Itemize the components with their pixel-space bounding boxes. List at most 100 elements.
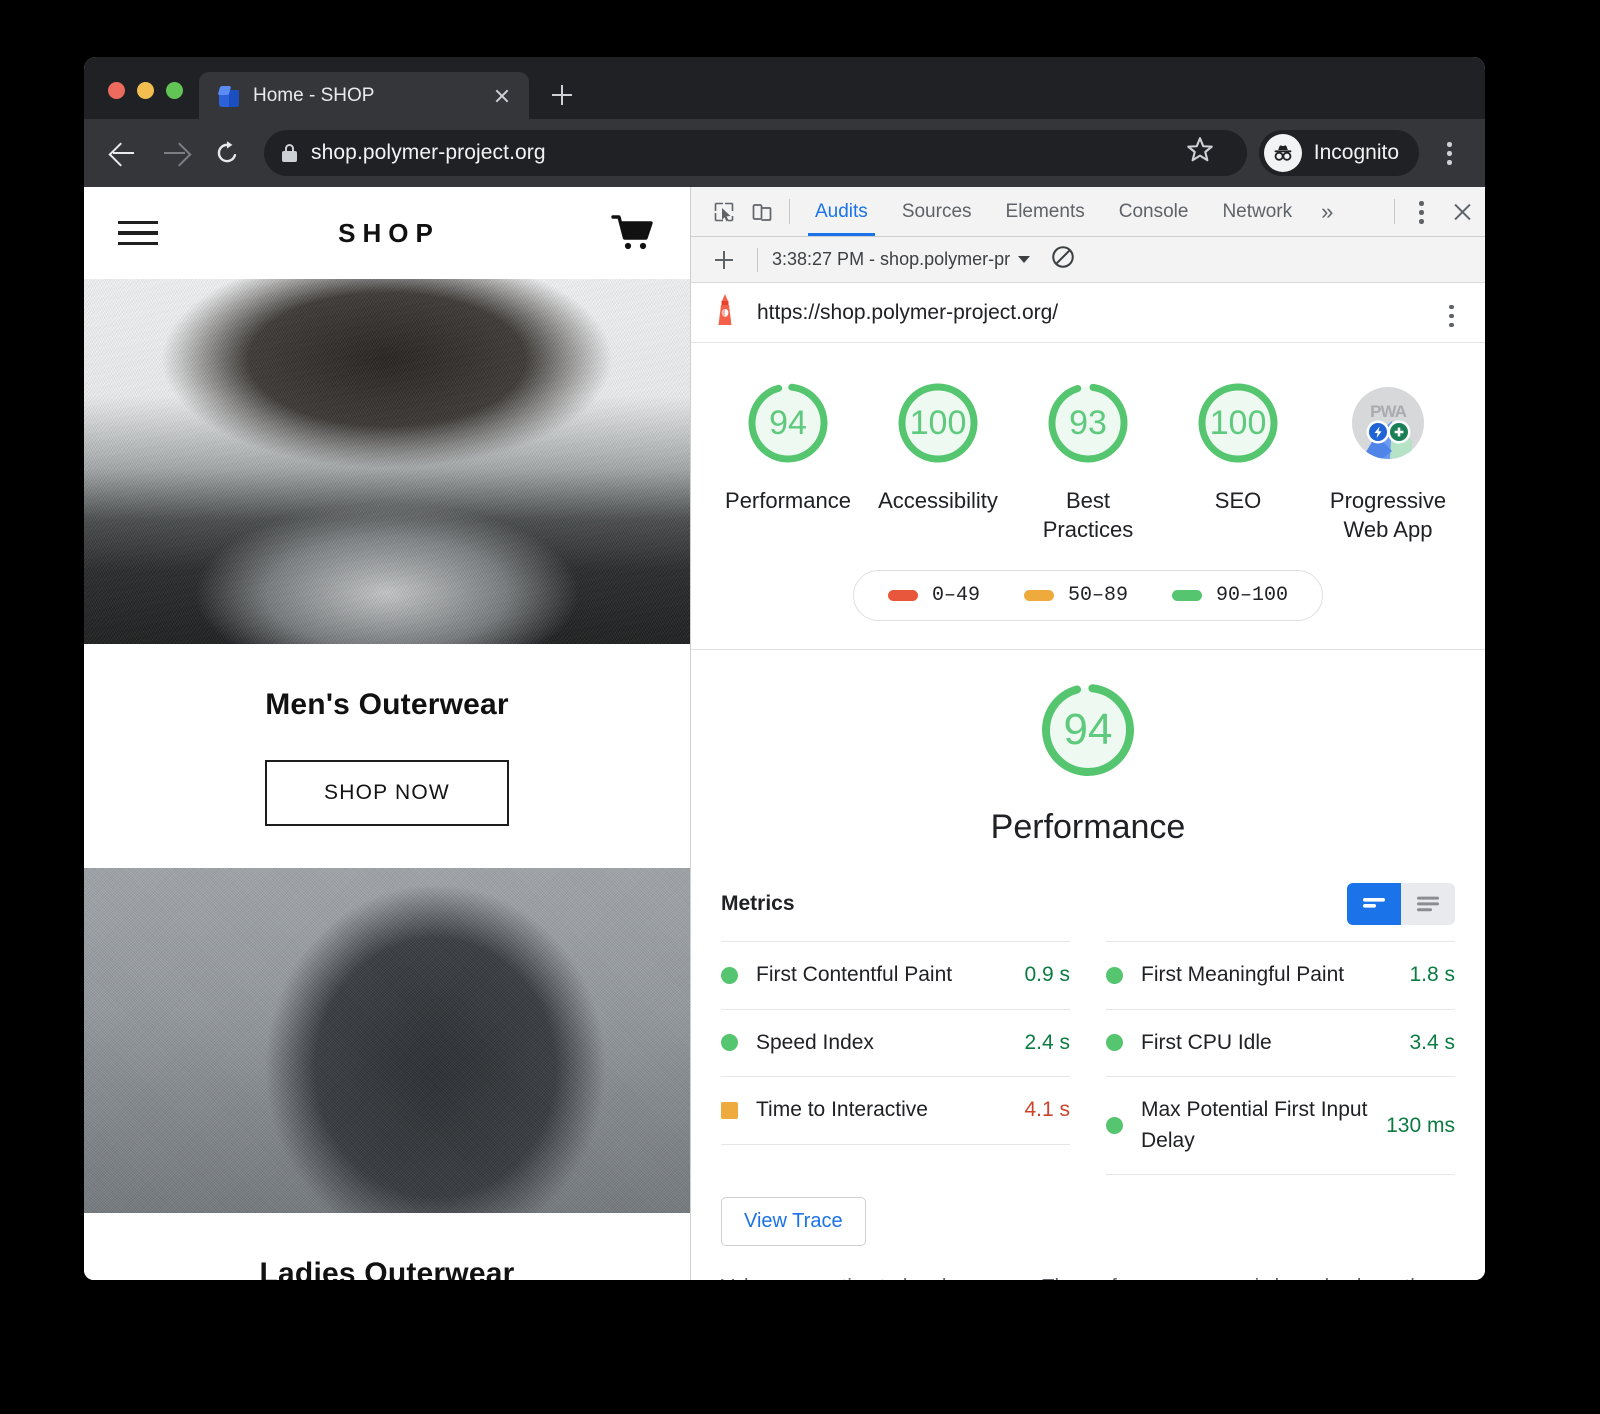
- close-icon[interactable]: [487, 81, 517, 111]
- score-legend: 0–49 50–89 90–100: [852, 570, 1324, 622]
- legend-item-average: 50–89: [1023, 584, 1128, 607]
- pwa-badge-icon: PWA: [1342, 377, 1434, 469]
- maximize-window-button[interactable]: [166, 82, 183, 99]
- gauge-seo[interactable]: 100 SEO: [1163, 377, 1313, 516]
- status-badge: [721, 1034, 738, 1052]
- star-icon[interactable]: [1185, 131, 1229, 175]
- new-audit-button[interactable]: [705, 241, 743, 279]
- metric-row[interactable]: First CPU Idle 3.4 s: [1106, 1008, 1455, 1076]
- audit-run-selector[interactable]: 3:38:27 PM - shop.polymer-pr: [772, 249, 1031, 270]
- profile-chip[interactable]: Incognito: [1258, 130, 1419, 176]
- performance-score-value: 94: [1063, 705, 1113, 755]
- score-ring-icon: 94: [742, 377, 834, 469]
- report-menu-button[interactable]: [1433, 291, 1469, 335]
- gauge-best-practices[interactable]: 93 Best Practices: [1013, 377, 1163, 544]
- tab-console[interactable]: Console: [1102, 187, 1206, 236]
- gauge-performance[interactable]: 94 Performance: [713, 377, 863, 516]
- category-mens: Men's Outerwear SHOP NOW: [84, 644, 690, 826]
- shop-page: SHOP Men's Outerwear SHOP NOW Ladies Out…: [84, 187, 691, 1280]
- shop-header: SHOP: [84, 187, 690, 279]
- device-toolbar-icon[interactable]: [743, 187, 781, 236]
- metric-name: Time to Interactive: [756, 1098, 928, 1122]
- new-tab-button[interactable]: [539, 72, 585, 118]
- metric-value: 130 ms: [1386, 1113, 1455, 1137]
- metric-row[interactable]: Time to Interactive 4.1 s: [721, 1076, 1070, 1145]
- legend-swatch-fail: [887, 590, 918, 602]
- reload-button[interactable]: [204, 130, 250, 176]
- metrics-view-toggle[interactable]: [1347, 883, 1455, 926]
- metrics-header: Metrics: [691, 847, 1485, 926]
- metric-value: 2.4 s: [1024, 1030, 1070, 1054]
- category-ladies: Ladies Outerwear: [84, 1213, 690, 1280]
- metrics-grid: First Contentful Paint 0.9 s Speed Index…: [691, 925, 1485, 1175]
- score-gauges: 94 Performance 100 Accessibility 93 Best…: [691, 343, 1485, 544]
- browser-window: Home - SHOP shop.polymer-project.org Inc…: [84, 57, 1485, 1280]
- tab-network[interactable]: Network: [1205, 187, 1309, 236]
- shop-now-button[interactable]: SHOP NOW: [265, 760, 509, 826]
- hero-image-mens: [84, 279, 690, 644]
- metric-name: Speed Index: [756, 1030, 874, 1054]
- gauge-progressive-web-app[interactable]: PWA Progressive Web App: [1313, 377, 1463, 544]
- devtools-close-button[interactable]: [1439, 187, 1485, 236]
- profile-label: Incognito: [1313, 141, 1399, 164]
- metric-row[interactable]: First Meaningful Paint 1.8 s: [1106, 941, 1455, 1008]
- metric-name: Max Potential First Input Delay: [1141, 1098, 1368, 1152]
- audits-subbar: 3:38:27 PM - shop.polymer-pr: [691, 237, 1485, 283]
- list-view-icon[interactable]: [1401, 883, 1455, 926]
- performance-section: 94 Performance: [691, 650, 1485, 847]
- status-badge: [1106, 966, 1123, 984]
- bar-view-icon[interactable]: [1347, 883, 1401, 926]
- lock-icon: [282, 143, 297, 163]
- gauge-accessibility[interactable]: 100 Accessibility: [863, 377, 1013, 516]
- report-url-bar: https://shop.polymer-project.org/: [691, 283, 1485, 343]
- legend-label: 90–100: [1216, 584, 1289, 608]
- chevron-down-icon: [1018, 256, 1031, 263]
- score-legend-wrap: 0–49 50–89 90–100: [691, 570, 1485, 622]
- browser-tab-strip: Home - SHOP: [84, 57, 1485, 119]
- tab-sources[interactable]: Sources: [885, 187, 989, 236]
- metric-value: 4.1 s: [1024, 1098, 1070, 1122]
- inspect-element-icon[interactable]: [705, 187, 743, 236]
- shopping-cart-icon[interactable]: [610, 213, 656, 253]
- performance-score-ring-icon: 94: [1034, 676, 1142, 784]
- address-bar-url: shop.polymer-project.org: [311, 141, 546, 164]
- score-value: 94: [769, 403, 807, 442]
- score-ring-icon: 93: [1042, 377, 1134, 469]
- lighthouse-report: 94 Performance 100 Accessibility 93 Best…: [691, 343, 1485, 1280]
- browser-menu-button[interactable]: [1429, 131, 1469, 175]
- minimize-window-button[interactable]: [137, 82, 154, 99]
- status-badge: [721, 1101, 738, 1119]
- tab-audits[interactable]: Audits: [798, 187, 885, 236]
- score-label: SEO: [1214, 488, 1262, 513]
- metric-row[interactable]: Max Potential First Input Delay 130 ms: [1106, 1076, 1455, 1175]
- browser-tab-title: Home - SHOP: [253, 84, 375, 106]
- view-trace-button[interactable]: View Trace: [721, 1196, 866, 1246]
- devtools-settings-button[interactable]: [1403, 187, 1439, 236]
- window-controls: [98, 82, 199, 119]
- back-button[interactable]: [100, 130, 146, 176]
- browser-tab[interactable]: Home - SHOP: [199, 72, 529, 119]
- metrics-note: Values are estimated and may vary. The p…: [691, 1246, 1485, 1280]
- tab-elements[interactable]: Elements: [989, 187, 1102, 236]
- report-url: https://shop.polymer-project.org/: [757, 300, 1059, 324]
- hamburger-menu-icon[interactable]: [118, 214, 158, 252]
- close-window-button[interactable]: [108, 82, 125, 99]
- legend-item-fail: 0–49: [887, 584, 980, 607]
- score-value: 100: [1209, 403, 1267, 442]
- forward-button[interactable]: [152, 130, 198, 176]
- screenshot-root: Home - SHOP shop.polymer-project.org Inc…: [0, 0, 1600, 1414]
- status-badge: [1106, 1117, 1123, 1134]
- chevron-double-right-icon[interactable]: »: [1309, 187, 1345, 236]
- performance-title: Performance: [990, 808, 1186, 847]
- hero-image-ladies: [84, 868, 690, 1213]
- metrics-note-text: Values are estimated and may vary. The p…: [721, 1276, 1275, 1280]
- metric-row[interactable]: First Contentful Paint 0.9 s: [721, 941, 1070, 1008]
- address-bar[interactable]: shop.polymer-project.org: [264, 130, 1247, 176]
- shopping-bag-icon: [217, 84, 241, 108]
- clear-audits-button[interactable]: [1050, 244, 1076, 275]
- metric-value: 0.9 s: [1024, 963, 1070, 987]
- metric-name: First CPU Idle: [1141, 1030, 1272, 1054]
- metric-row[interactable]: Speed Index 2.4 s: [721, 1008, 1070, 1076]
- status-badge: [721, 966, 738, 984]
- metrics-heading: Metrics: [721, 892, 795, 916]
